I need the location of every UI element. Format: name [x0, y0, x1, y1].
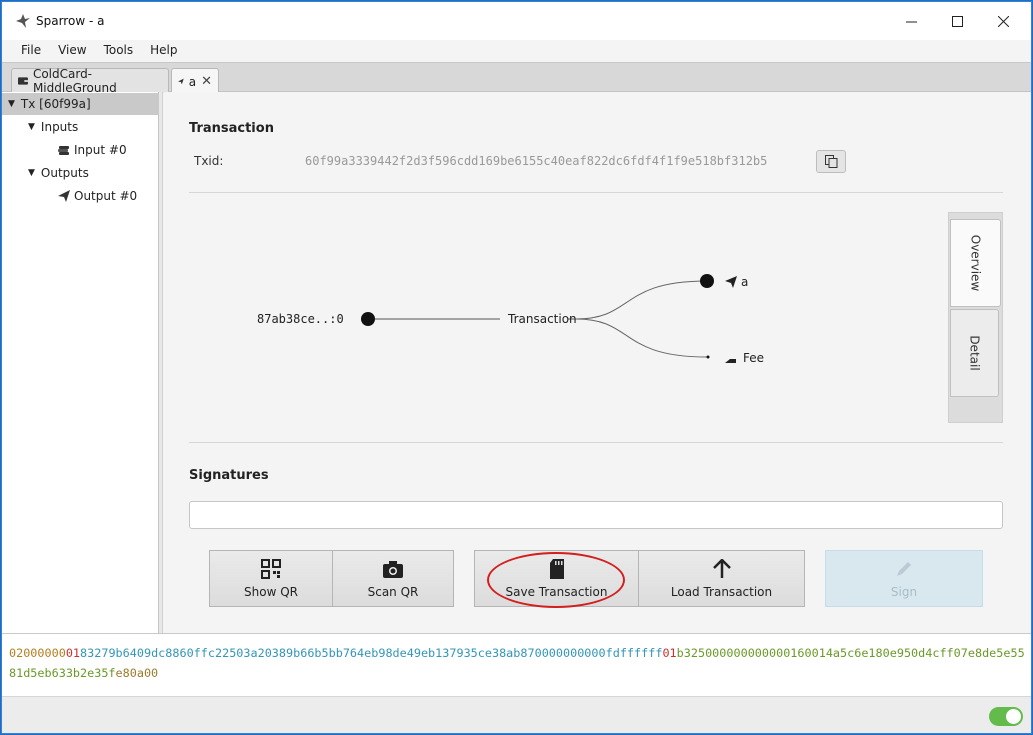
transaction-tree: ▼ Tx [60f99a] ▼ Inputs Input #0 ▼ Output…	[2, 92, 159, 633]
sign-button-group: Sign	[825, 550, 983, 607]
fee-connector	[575, 318, 708, 358]
menu-bar: File View Tools Help	[2, 40, 1031, 62]
coins-icon	[58, 145, 69, 155]
minimize-button[interactable]	[888, 2, 934, 40]
menu-help[interactable]: Help	[142, 40, 185, 62]
fee-label: Fee	[743, 351, 765, 365]
arrow-up-icon	[712, 559, 731, 578]
tab-bar: ColdCard-MiddleGround a ✕	[2, 62, 1031, 95]
menu-tools[interactable]: Tools	[96, 40, 142, 62]
output-connector	[575, 280, 708, 320]
wallet-icon	[18, 77, 28, 85]
send-icon	[58, 190, 70, 202]
transaction-node-label: Transaction	[508, 312, 577, 326]
menu-file[interactable]: File	[13, 40, 49, 62]
tree-item-outputs-label: Outputs	[40, 166, 89, 180]
close-icon	[997, 15, 1009, 27]
diagram-side-tabs: Overview Detail	[948, 212, 1003, 423]
tree-item-outputs[interactable]: ▼ Outputs	[2, 162, 159, 184]
menu-view[interactable]: View	[50, 40, 94, 62]
scan-qr-label: Scan QR	[367, 585, 419, 599]
app-window: Sparrow - a File View Tools Help ColdCar…	[1, 1, 1032, 734]
tab-wallet-label: ColdCard-MiddleGround	[32, 67, 117, 95]
status-bar	[2, 696, 1031, 733]
tree-item-output-0-label: Output #0	[74, 189, 138, 203]
output-node	[700, 274, 714, 288]
sign-label: Sign	[890, 585, 918, 599]
tab-close-icon[interactable]: ✕	[201, 74, 212, 89]
show-qr-label: Show QR	[244, 585, 298, 599]
hex-version: 02000000	[9, 646, 66, 660]
signatures-progress	[189, 501, 1003, 529]
hex-input-count: 01	[65, 646, 81, 660]
splitter[interactable]	[159, 92, 163, 633]
tree-item-input-0-label: Input #0	[74, 143, 127, 157]
tree-item-output-0[interactable]: Output #0	[2, 185, 159, 207]
fee-icon	[725, 359, 736, 363]
hex-locktime: e80a00	[115, 666, 159, 680]
tab-overview[interactable]: Overview	[950, 219, 1001, 307]
transaction-panel: Transaction Txid: 60f99a3339442f2d3f596c…	[164, 92, 1031, 633]
input-node	[361, 312, 375, 326]
title-bar: Sparrow - a	[2, 2, 1031, 40]
sign-button[interactable]: Sign	[825, 550, 983, 607]
tab-detail-label: Detail	[967, 335, 982, 371]
pen-icon	[897, 562, 911, 576]
tree-item-tx[interactable]: ▼ Tx [60f99a]	[2, 93, 159, 115]
tab-overview-label: Overview	[968, 234, 983, 292]
input-outpoint-label: 87ab38ce..:0	[257, 312, 344, 326]
qr-button-group: Show QR Scan QR	[209, 550, 454, 607]
expand-triangle-icon: ▼	[28, 168, 35, 178]
window-title: Sparrow - a	[36, 14, 105, 28]
transaction-hex[interactable]: 020000000183279b6409dc8860ffc22503a20389…	[2, 633, 1031, 696]
hex-input: 83279b6409dc8860ffc22503a20389b66b5bb764…	[80, 646, 663, 660]
scan-qr-button[interactable]: Scan QR	[333, 550, 454, 607]
send-icon	[178, 78, 184, 85]
tree-item-input-0[interactable]: Input #0	[2, 139, 159, 161]
sparrow-logo-icon	[16, 14, 30, 28]
tab-wallet[interactable]: ColdCard-MiddleGround	[11, 67, 169, 95]
expand-triangle-icon: ▼	[28, 122, 35, 132]
tree-item-inputs-label: Inputs	[40, 120, 79, 134]
show-qr-button[interactable]: Show QR	[209, 550, 333, 607]
qr-code-icon	[261, 559, 281, 579]
signatures-heading: Signatures	[189, 468, 269, 483]
tab-detail[interactable]: Detail	[950, 309, 999, 397]
fee-node	[706, 355, 710, 359]
expand-triangle-icon: ▼	[8, 99, 15, 109]
camera-icon	[383, 560, 403, 578]
maximize-button[interactable]	[934, 2, 980, 40]
tab-transaction-label: a	[188, 74, 197, 89]
divider	[189, 442, 1003, 443]
load-transaction-button[interactable]: Load Transaction	[639, 550, 805, 607]
tree-item-tx-label: Tx [60f99a]	[20, 97, 91, 111]
minimize-icon	[905, 21, 917, 22]
output-label: a	[741, 275, 749, 289]
tab-transaction[interactable]: a ✕	[171, 68, 219, 94]
tree-item-inputs[interactable]: ▼ Inputs	[2, 116, 159, 138]
online-toggle[interactable]	[989, 707, 1023, 726]
send-icon	[725, 276, 737, 288]
load-transaction-label: Load Transaction	[670, 585, 773, 599]
hex-output-count: 01	[662, 646, 677, 660]
close-button[interactable]	[980, 2, 1026, 40]
highlight-annotation	[487, 552, 625, 608]
maximize-icon	[951, 15, 963, 27]
